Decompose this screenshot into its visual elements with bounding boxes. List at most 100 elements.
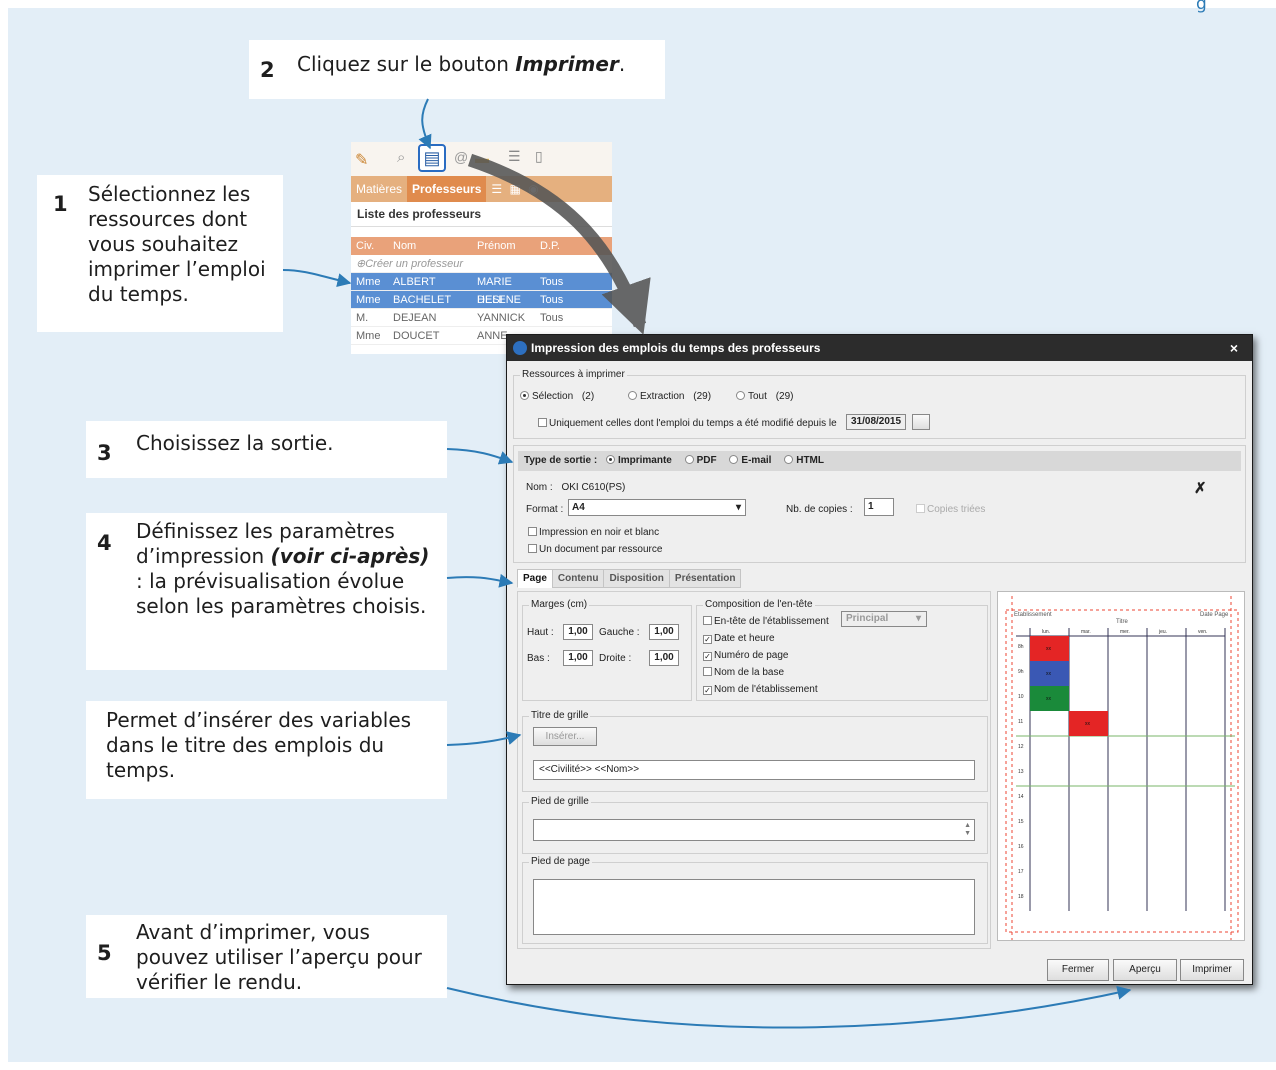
tools-icon[interactable]: ✗ bbox=[1194, 479, 1207, 497]
bas-input[interactable]: 1,00 bbox=[563, 650, 593, 666]
column-nom[interactable]: Nom bbox=[389, 237, 473, 255]
list-icon[interactable]: ☰ bbox=[508, 148, 521, 165]
pied-page-input[interactable] bbox=[533, 879, 975, 935]
group-legend: Composition de l'en-tête bbox=[703, 599, 815, 610]
print-icon[interactable]: ▤ bbox=[418, 144, 446, 172]
preview-hour-label: 12 bbox=[1018, 744, 1024, 750]
preview-etab: Etablissement bbox=[1014, 612, 1052, 618]
imprimer-button[interactable]: Imprimer bbox=[1180, 959, 1244, 981]
nom-base-checkbox[interactable]: Nom de la base bbox=[703, 667, 784, 678]
tab-bar: Matières Professeurs ☰ ▦ ◉ bbox=[351, 176, 612, 202]
step-text: Permet d’insérer des variables dans le t… bbox=[106, 708, 412, 782]
group-legend: Pied de page bbox=[529, 856, 592, 867]
folder-icon[interactable]: ▬ bbox=[475, 150, 489, 166]
close-button[interactable]: × bbox=[1230, 335, 1238, 361]
header-composition-group: Composition de l'en-tête En-tête de l'ét… bbox=[696, 599, 988, 701]
print-dialog: Impression des emplois du temps des prof… bbox=[506, 334, 1253, 985]
table-row[interactable]: Mme BACHELET HELENE Tous bbox=[351, 291, 612, 309]
titre-grille-input[interactable]: <<Civilité>> <<Nom>> bbox=[533, 760, 975, 780]
create-row[interactable]: ⊕ Créer un professeur bbox=[351, 255, 612, 273]
radio-selection[interactable]: Sélection (2) bbox=[520, 391, 594, 402]
cell: Tous bbox=[540, 294, 564, 306]
bas-label: Bas : bbox=[527, 653, 550, 664]
email-icon[interactable]: @ bbox=[454, 149, 468, 165]
cell: HELENE bbox=[477, 294, 522, 306]
column-dp[interactable]: D.P. bbox=[536, 237, 576, 255]
app-icon bbox=[513, 341, 527, 355]
copies-triees-checkbox[interactable]: Copies triées bbox=[916, 504, 985, 515]
apercu-button[interactable]: Aperçu bbox=[1113, 959, 1177, 981]
step-number: 5 bbox=[97, 941, 112, 965]
date-heure-checkbox[interactable]: ✓ Date et heure bbox=[703, 633, 775, 644]
create-label: Créer un professeur bbox=[365, 258, 464, 270]
cell: ALBERT bbox=[393, 276, 436, 288]
calendar-button[interactable] bbox=[912, 414, 930, 430]
radio-tout[interactable]: Tout (29) bbox=[736, 391, 793, 402]
numero-page-checkbox[interactable]: ✓ Numéro de page bbox=[703, 650, 789, 661]
search-icon[interactable]: ⌕ bbox=[397, 149, 405, 166]
tab-disposition[interactable]: Disposition bbox=[603, 569, 670, 588]
view-icons[interactable]: ☰ ▦ ◉ bbox=[486, 182, 545, 196]
table-row[interactable]: M. DEJEAN YANNICK Tous bbox=[351, 309, 612, 327]
preview-timetable: Etablissement Date Page Titre lun. mar. me… bbox=[1005, 596, 1239, 940]
droite-label: Droite : bbox=[599, 653, 632, 664]
cell: DEJEAN bbox=[393, 312, 437, 324]
preview-course-label: xx bbox=[1085, 721, 1091, 727]
step-number: 3 bbox=[97, 441, 112, 465]
droite-input[interactable]: 1,00 bbox=[649, 650, 679, 666]
toolbar: ✎ ⌕ ▤ @ ▬ ☰ ▯ bbox=[351, 142, 612, 176]
cell: Tous bbox=[540, 312, 564, 324]
pied-grille-input[interactable]: ▲ ▼ bbox=[533, 819, 975, 841]
step-number: 2 bbox=[260, 58, 275, 82]
cell: MARIE DESI bbox=[477, 276, 512, 306]
tab-professeurs[interactable]: Professeurs bbox=[407, 176, 487, 202]
step-text: Avant d’imprimer, vous pouvez utiliser l… bbox=[136, 920, 422, 994]
column-civ[interactable]: Civ. bbox=[351, 237, 389, 255]
radio-email[interactable]: E-mail bbox=[729, 455, 771, 466]
tab-contenu[interactable]: Contenu bbox=[551, 569, 605, 588]
document-icon[interactable]: ▯ bbox=[535, 148, 543, 165]
callout-step-4: 4 Définissez les paramètres d’impression… bbox=[86, 513, 447, 670]
output-type-bar: Type de sortie : Imprimante PDF E-mail H… bbox=[518, 451, 1241, 471]
radio-html[interactable]: HTML bbox=[784, 455, 824, 466]
radio-pdf[interactable]: PDF bbox=[684, 455, 717, 466]
radio-imprimante[interactable]: Imprimante bbox=[605, 455, 672, 466]
inserer-button[interactable]: Insérer... bbox=[533, 727, 597, 746]
table-row[interactable]: Mme ALBERT MARIE DESI Tous bbox=[351, 273, 612, 306]
titre-grille-group: Titre de grille Insérer... <<Civilité>> … bbox=[522, 710, 988, 792]
group-legend: Titre de grille bbox=[529, 710, 591, 721]
preview-hour-label: 8h bbox=[1018, 644, 1024, 650]
callout-step-3: 3 Choisissez la sortie. bbox=[86, 421, 447, 478]
corner-text: g bbox=[1196, 0, 1207, 14]
print-preview: Etablissement Date Page Titre lun. mar. me… bbox=[997, 591, 1245, 941]
fermer-button[interactable]: Fermer bbox=[1047, 959, 1109, 981]
un-document-checkbox[interactable]: Un document par ressource bbox=[528, 544, 662, 555]
principal-select[interactable]: Principal ▾ bbox=[841, 611, 927, 627]
step-text: . bbox=[618, 52, 626, 76]
preview-hour-label: 10 bbox=[1018, 694, 1024, 700]
noir-blanc-checkbox[interactable]: Impression en noir et blanc bbox=[528, 527, 659, 538]
format-select[interactable]: A4 ▾ bbox=[568, 499, 746, 516]
new-icon[interactable]: ✎ bbox=[355, 150, 368, 170]
date-field[interactable]: 31/08/2015 bbox=[846, 414, 906, 430]
nom-etab-checkbox[interactable]: ✓ Nom de l'établissement bbox=[703, 684, 818, 695]
copies-input[interactable]: 1 bbox=[864, 498, 894, 516]
preview-hour-label: 14 bbox=[1018, 794, 1024, 800]
step-text: Sélectionnez les ressources dont vous so… bbox=[88, 182, 266, 306]
margins-group: Marges (cm) Haut : 1,00 Gauche : 1,00 Ba… bbox=[522, 599, 692, 701]
column-prenom[interactable]: Prénom bbox=[473, 237, 536, 255]
group-legend: Pied de grille bbox=[529, 796, 591, 807]
callout-step-1: 1 Sélectionnez les ressources dont vous … bbox=[37, 175, 283, 332]
tab-presentation[interactable]: Présentation bbox=[668, 569, 742, 588]
step-emphasis: Imprimer bbox=[515, 52, 619, 76]
haut-input[interactable]: 1,00 bbox=[563, 624, 593, 640]
gauche-input[interactable]: 1,00 bbox=[649, 624, 679, 640]
callout-inserer: Permet d’insérer des variables dans le t… bbox=[86, 701, 447, 799]
preview-hour-label: 13 bbox=[1018, 769, 1024, 775]
modified-since-checkbox[interactable]: Uniquement celles dont l'emploi du temps… bbox=[538, 418, 837, 429]
preview-day-label: lun. bbox=[1042, 629, 1050, 635]
tab-matieres[interactable]: Matières bbox=[351, 182, 407, 196]
tab-page[interactable]: Page bbox=[517, 569, 553, 588]
radio-extraction[interactable]: Extraction (29) bbox=[628, 391, 711, 402]
entete-checkbox[interactable]: En-tête de l'établissement bbox=[703, 616, 829, 627]
